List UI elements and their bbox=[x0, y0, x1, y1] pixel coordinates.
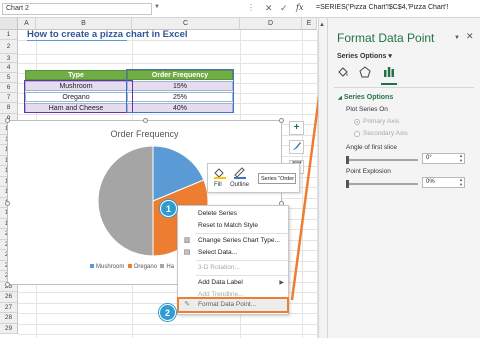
series-options-dropdown[interactable]: Series Options ▾ bbox=[337, 52, 392, 60]
pane-menu-icon[interactable]: ▼ bbox=[454, 35, 460, 41]
collapse-icon: ◢ bbox=[338, 95, 342, 101]
bar-chart-icon bbox=[384, 67, 394, 77]
effects-tab[interactable] bbox=[358, 66, 372, 80]
secondary-axis-label: Secondary Axis bbox=[363, 130, 408, 137]
divider bbox=[334, 87, 474, 88]
series-options-section[interactable]: ◢ Series Options bbox=[338, 94, 393, 101]
format-pane: Format Data Point ▼ ✕ Series Options ▾ ◢… bbox=[328, 18, 480, 338]
series-options-label: Series Options bbox=[337, 53, 387, 60]
explosion-value: 0% bbox=[426, 179, 435, 185]
angle-spinner[interactable]: 0° ▲ ▼ bbox=[422, 153, 465, 164]
primary-axis-radio[interactable] bbox=[354, 119, 360, 125]
paint-bucket-icon bbox=[338, 67, 348, 77]
angle-slider[interactable] bbox=[346, 159, 418, 161]
spinner-arrows-icon[interactable]: ▲ ▼ bbox=[459, 153, 463, 163]
scroll-up-icon[interactable]: ▲ bbox=[319, 22, 325, 28]
explosion-label: Point Explosion bbox=[346, 168, 391, 175]
angle-slider-thumb[interactable] bbox=[346, 156, 349, 164]
spinner-arrows-icon[interactable]: ▲ ▼ bbox=[459, 177, 463, 187]
pane-splitter[interactable] bbox=[318, 18, 328, 338]
primary-axis-label: Primary Axis bbox=[363, 118, 400, 125]
angle-value: 0° bbox=[426, 155, 432, 161]
fill-line-tab[interactable] bbox=[336, 66, 350, 80]
angle-label: Angle of first slice bbox=[346, 144, 397, 151]
series-options-tab[interactable] bbox=[382, 66, 396, 80]
secondary-axis-radio[interactable] bbox=[354, 131, 360, 137]
active-tab-indicator bbox=[381, 83, 397, 85]
explosion-slider-thumb[interactable] bbox=[346, 180, 349, 188]
pentagon-icon bbox=[359, 66, 371, 78]
close-icon[interactable]: ✕ bbox=[466, 31, 474, 42]
section-label: Series Options bbox=[343, 94, 394, 101]
pane-title: Format Data Point bbox=[337, 31, 435, 45]
plot-series-on-label: Plot Series On bbox=[346, 106, 388, 113]
explosion-spinner[interactable]: 0% ▲ ▼ bbox=[422, 177, 465, 188]
explosion-slider[interactable] bbox=[346, 183, 418, 185]
